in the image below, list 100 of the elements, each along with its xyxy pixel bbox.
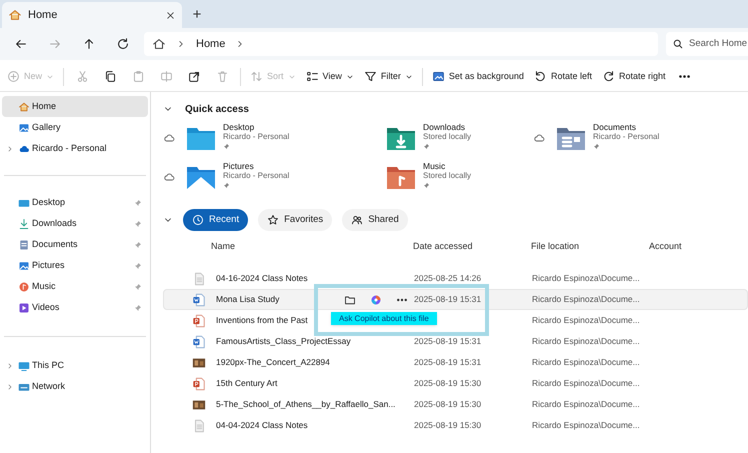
pin-icon: [593, 143, 600, 150]
column-header[interactable]: Account: [649, 240, 739, 254]
folder-name: Music: [423, 161, 446, 171]
section-title: Quick access: [185, 102, 249, 116]
sidebar-item[interactable]: Documents: [2, 234, 148, 255]
share-icon: [188, 70, 201, 83]
video-icon: [18, 302, 30, 314]
folder-location: Ricardo - Personal: [223, 132, 290, 142]
filter-button[interactable]: Filter: [358, 64, 418, 88]
quick-access-item[interactable]: Music Stored locally: [363, 159, 533, 198]
sidebar-item[interactable]: Downloads: [2, 213, 148, 234]
breadcrumb-item[interactable]: Home: [196, 36, 226, 52]
quick-access-item[interactable]: Pictures Ricardo - Personal: [163, 159, 363, 198]
chevron-right-icon: [6, 362, 14, 370]
clock-icon: [192, 214, 204, 226]
file-name: 15th Century Art: [216, 377, 278, 390]
document-icon: [18, 238, 30, 250]
file-name: Mona Lisa Study: [216, 293, 280, 306]
pin-icon: [423, 182, 430, 189]
folder-location: Stored locally: [423, 171, 472, 181]
filter-tab[interactable]: Shared: [342, 209, 408, 231]
date-accessed: 2025-08-25 14:26: [414, 272, 482, 285]
sidebar-item[interactable]: Desktop: [2, 192, 148, 213]
rotate-left-button[interactable]: Rotate left: [528, 64, 597, 88]
search-field[interactable]: Search Home: [689, 36, 748, 52]
pin-icon: [134, 304, 142, 312]
file-name: 1920px-The_Concert_A22894: [216, 356, 330, 369]
address-bar[interactable]: Home: [144, 32, 658, 56]
text-file-icon: [192, 418, 206, 432]
filter-icon: [364, 70, 377, 83]
sidebar-item[interactable]: Ricardo - Personal: [2, 138, 148, 159]
folder-icon[interactable]: [344, 294, 356, 306]
text-file-icon: [192, 272, 206, 286]
refresh-icon: [116, 37, 130, 51]
word-file-icon: [192, 292, 206, 306]
column-header[interactable]: Name: [211, 240, 413, 254]
copilot-icon[interactable]: [370, 294, 382, 306]
pin-icon: [134, 282, 142, 290]
pin-icon: [223, 182, 230, 189]
forward-icon: [48, 37, 62, 51]
house-icon: [18, 100, 30, 112]
file-location: Ricardo Espinoza\Docume...: [532, 314, 641, 327]
clipboard-icon: [132, 70, 145, 83]
house-icon: [8, 8, 22, 22]
music-icon: [18, 280, 30, 292]
quick-access-item[interactable]: Downloads Stored locally: [363, 120, 533, 159]
copy-icon: [104, 70, 117, 83]
column-header[interactable]: Date accessed: [413, 240, 531, 254]
monitor-icon: [18, 360, 30, 372]
file-location: Ricardo Espinoza\Docume...: [532, 419, 641, 432]
wallpaper-button[interactable]: Set as background: [426, 64, 529, 88]
file-name: 5-The_School_of_Athens__by_Raffaello_San...: [216, 398, 396, 411]
sidebar-item[interactable]: Network: [2, 376, 148, 397]
tab[interactable]: Home: [2, 2, 182, 28]
view-list-button[interactable]: View: [300, 64, 359, 88]
pin-icon: [134, 220, 142, 228]
folder-name: Documents: [593, 122, 637, 132]
rotate-right-icon: [602, 70, 615, 83]
date-accessed: 2025-08-19 15:31: [414, 293, 482, 306]
word-file-icon: [192, 334, 206, 348]
pin-icon: [223, 143, 230, 150]
pin-icon: [134, 262, 142, 270]
date-accessed: 2025-08-19 15:30: [414, 419, 482, 432]
rotate-right-button[interactable]: Rotate right: [596, 64, 671, 88]
date-accessed: 2025-08-19 15:30: [414, 377, 482, 390]
sidebar-item[interactable]: Music: [2, 276, 148, 297]
rotate-left-icon: [534, 70, 547, 83]
close-icon[interactable]: [165, 10, 176, 20]
date-accessed: 2025-08-19 15:31: [414, 335, 482, 348]
back-icon: [14, 37, 28, 51]
sidebar-item[interactable]: Gallery: [2, 117, 148, 138]
file-name: 04-04-2024 Class Notes: [216, 419, 308, 432]
folder-location: Ricardo - Personal: [223, 171, 290, 181]
sidebar-item[interactable]: Videos: [2, 297, 148, 318]
gallery-icon: [18, 122, 30, 134]
sidebar-item[interactable]: Pictures: [2, 255, 148, 276]
file-location: Ricardo Espinoza\Docume...: [532, 377, 641, 390]
filter-tab[interactable]: Recent: [183, 209, 248, 231]
sidebar-item[interactable]: Home: [2, 96, 148, 117]
slides-file-icon: [192, 314, 206, 328]
sidebar-item[interactable]: This PC: [2, 355, 148, 376]
new-tab-button[interactable]: +: [182, 2, 212, 28]
date-accessed: 2025-08-19 15:31: [414, 356, 482, 369]
filter-tab[interactable]: Favorites: [258, 209, 332, 231]
chevron-right-icon: [6, 144, 14, 152]
search-box[interactable]: Search Home: [666, 32, 748, 56]
column-header[interactable]: File location: [531, 240, 649, 254]
file-row[interactable]: Mona Lisa Study 2025-08-19 15:31 Ricardo Espinoza\Docume...: [163, 289, 748, 310]
pin-icon: [423, 143, 430, 150]
folder-location: Stored locally: [423, 132, 472, 142]
search-icon: [672, 38, 684, 50]
tooltip: Ask Copilot about this file: [331, 312, 437, 325]
cloud-icon: [163, 132, 175, 144]
folder-name: Pictures: [223, 161, 255, 171]
quick-access-item[interactable]: Desktop Ricardo - Personal: [163, 120, 363, 159]
view-list-icon: [306, 70, 319, 83]
cloud-icon: [533, 132, 545, 144]
rename-icon: [160, 70, 173, 83]
pin-icon: [134, 240, 142, 248]
quick-access-item[interactable]: Documents Ricardo - Personal: [533, 120, 733, 159]
